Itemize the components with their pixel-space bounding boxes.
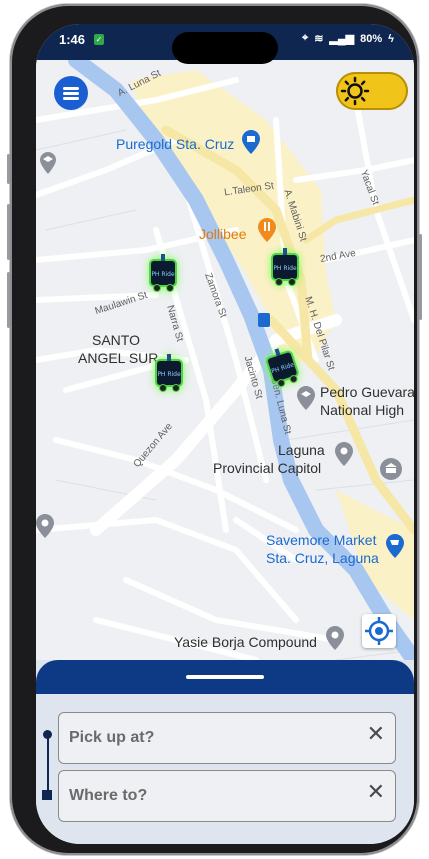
poi-label-savemore-location[interactable]: Sta. Cruz, Laguna xyxy=(266,550,379,566)
area-label-santo-angel: SANTO xyxy=(92,332,140,348)
power-button xyxy=(419,234,422,320)
route-connector xyxy=(47,738,49,792)
area-label-santo-angel-sur: ANGEL SUR xyxy=(78,350,159,366)
poi-label-jollibee[interactable]: Jollibee xyxy=(199,226,246,242)
school-pin-icon[interactable] xyxy=(297,386,315,410)
vehicle-brand-text: PH Ride xyxy=(151,271,175,278)
location-icon: ⌖ xyxy=(302,32,309,44)
status-icons: ⌖ ≋ ▂▄▆ 80% ϟ xyxy=(302,32,394,45)
landmark-pin-icon[interactable] xyxy=(335,442,353,466)
shopping-cart-pin-icon[interactable] xyxy=(386,534,404,558)
theme-toggle[interactable] xyxy=(336,72,408,110)
vehicle-brand-text: PH Ride xyxy=(157,371,181,378)
my-location-button[interactable] xyxy=(362,614,396,648)
map-pin-icon[interactable] xyxy=(36,514,54,538)
wifi-icon: ≋ xyxy=(314,33,324,45)
vehicle-brand-text: PH Ride xyxy=(273,265,297,272)
tricycle-marker-icon[interactable]: PH Ride xyxy=(154,352,184,392)
government-building-icon[interactable] xyxy=(380,458,402,480)
pickup-placeholder: Pick up at? xyxy=(69,729,155,746)
hamburger-icon xyxy=(63,87,79,90)
battery-text: 80% xyxy=(360,32,383,45)
drag-handle[interactable] xyxy=(186,675,264,679)
pickup-input[interactable]: Pick up at? ✕ xyxy=(58,712,396,764)
poi-label-puregold[interactable]: Puregold Sta. Cruz xyxy=(116,136,234,152)
sun-icon xyxy=(340,76,370,106)
destination-square-icon xyxy=(42,790,52,800)
destination-input[interactable]: Where to? ✕ xyxy=(58,770,396,822)
clear-pickup-icon[interactable]: ✕ xyxy=(367,723,385,745)
clear-destination-icon[interactable]: ✕ xyxy=(367,781,385,803)
app-screen: A. Luna St L.Taleon St Yacal St A. Mabin… xyxy=(36,24,414,844)
charging-icon: ϟ xyxy=(388,32,394,45)
volume-down-button xyxy=(7,272,10,328)
map-canvas xyxy=(36,60,414,685)
hamburger-icon-line xyxy=(63,92,79,95)
sheet-header[interactable] xyxy=(36,660,414,694)
bus-stop-icon[interactable] xyxy=(258,313,270,327)
poi-label-national-high[interactable]: National High xyxy=(320,402,404,418)
ride-booking-sheet: Pick up at? ✕ Where to? ✕ xyxy=(36,660,414,844)
tricycle-marker-icon[interactable]: PH Ride xyxy=(270,246,300,286)
poi-label-yasie-borja[interactable]: Yasie Borja Compound xyxy=(174,634,317,650)
phone-frame: A. Luna St L.Taleon St Yacal St A. Mabin… xyxy=(7,4,422,855)
poi-label-laguna[interactable]: Laguna xyxy=(278,442,325,458)
poi-label-provincial-capitol[interactable]: Provincial Capitol xyxy=(213,460,321,476)
poi-label-savemore[interactable]: Savemore Market xyxy=(266,532,376,548)
school-pin-icon[interactable] xyxy=(40,152,56,174)
shopping-pin-icon[interactable] xyxy=(242,130,260,154)
notification-icon: ✓ xyxy=(94,34,104,45)
signal-icon: ▂▄▆ xyxy=(329,33,355,45)
destination-placeholder: Where to? xyxy=(69,787,148,804)
menu-button[interactable] xyxy=(54,76,88,110)
map-pin-icon[interactable] xyxy=(326,626,344,650)
hamburger-icon-line xyxy=(63,97,79,100)
volume-up-button xyxy=(7,204,10,260)
crosshair-icon xyxy=(365,617,393,645)
poi-label-pedro-guevara[interactable]: Pedro Guevara xyxy=(320,384,414,400)
restaurant-pin-icon[interactable] xyxy=(258,218,276,242)
mute-switch xyxy=(7,154,10,184)
map-view[interactable]: A. Luna St L.Taleon St Yacal St A. Mabin… xyxy=(36,60,414,685)
tricycle-marker-icon[interactable]: PH Ride xyxy=(148,252,178,292)
dynamic-island xyxy=(172,32,278,64)
status-time: 1:46 xyxy=(59,32,86,47)
